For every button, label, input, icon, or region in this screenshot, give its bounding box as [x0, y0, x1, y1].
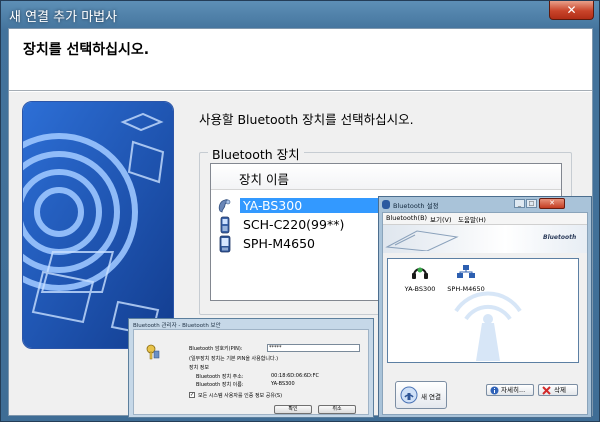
bluetooth-security-dialog: Bluetooth 관리자 - Bluetooth 보안 Bluetooth 암…	[128, 318, 374, 418]
passkey-dialog-title: Bluetooth 관리자 - Bluetooth 보안	[133, 323, 221, 329]
info-icon	[490, 386, 499, 395]
bt-device-sph-m4650[interactable]: SPH-M4650	[442, 264, 490, 293]
wizard-side-illustration	[22, 101, 174, 349]
device-name: SPH-M4650	[243, 236, 315, 251]
page-title: 장치를 선택하십시오.	[23, 42, 150, 58]
banner-devices-graphic	[385, 230, 459, 251]
bt-device-label: SPH-M4650	[447, 285, 485, 293]
bt-device-label: YA-BS300	[404, 285, 436, 293]
group-label: Bluetooth 장치	[208, 144, 304, 163]
headset-icon	[217, 197, 233, 215]
device-name-value: YA-BS300	[271, 381, 295, 387]
bluetooth-brand-logo: Bluetooth	[543, 234, 577, 241]
bluetooth-devices-illustration	[23, 102, 173, 348]
new-connection-button[interactable]: 새 연결	[395, 381, 447, 409]
bt-close-button[interactable]: ✕	[539, 198, 565, 209]
share-auth-checkbox[interactable]: ✓	[189, 392, 195, 398]
bt-banner: Bluetooth	[383, 225, 587, 253]
passkey-label: Bluetooth 암호키(PIN):	[189, 346, 243, 352]
new-connection-icon	[400, 386, 418, 404]
bt-window-client: Bluetooth(B) 보기(V) 도움말(H) Bluetooth YA-B…	[382, 212, 588, 415]
bluetooth-icon	[382, 200, 390, 209]
wizard-title: 새 연결 추가 마법사	[9, 10, 118, 25]
minimize-button[interactable]: _	[514, 199, 525, 208]
passkey-input[interactable]: *****	[267, 344, 360, 352]
device-name: SCH-C220(99**)	[243, 217, 345, 232]
new-connection-label: 새 연결	[421, 393, 442, 401]
share-auth-checkbox-label: 모든 시스템 사용자를 인증 정보 공유(S)	[198, 393, 283, 399]
device-address-label: Bluetooth 장치 주소:	[196, 374, 244, 380]
device-name-label: Bluetooth 장치 이름:	[196, 382, 244, 388]
passkey-hint: (일부장치 장치는 기본 PIN을 사용합니다.)	[189, 356, 279, 362]
key-icon	[146, 344, 160, 360]
device-address-value: 00:18:6D:06:6D:FC	[271, 373, 319, 379]
delete-button[interactable]: 삭제	[538, 384, 578, 396]
bluetooth-settings-window: Bluetooth 설정 _ □ ✕ Bluetooth(B) 보기(V) 도움…	[378, 196, 592, 418]
wizard-close-button[interactable]: ✕	[549, 1, 594, 20]
delete-label: 삭제	[554, 386, 566, 394]
maximize-button[interactable]: □	[526, 199, 537, 208]
details-button[interactable]: 자세히...	[486, 384, 534, 396]
cellphone-icon	[217, 216, 233, 234]
bt-device-ya-bs300[interactable]: YA-BS300	[396, 264, 444, 293]
menu-view[interactable]: 보기(V)	[430, 214, 451, 224]
bt-window-title: Bluetooth 설정	[393, 202, 439, 210]
bt-device-panel[interactable]: YA-BS300 SPH-M4650	[387, 258, 579, 363]
passkey-dialog-body: Bluetooth 암호키(PIN): ***** (일부장치 장치는 기본 P…	[133, 329, 369, 415]
wizard-instruction: 사용할 Bluetooth 장치를 선택하십시오.	[199, 112, 414, 127]
delete-icon	[542, 386, 551, 395]
cancel-button[interactable]: 취소	[318, 405, 356, 414]
column-header-device-name[interactable]: 장치 이름	[211, 164, 561, 190]
device-info-heading: 장치 정보	[189, 365, 209, 371]
headset-icon	[412, 267, 428, 279]
bt-menu-bar: Bluetooth(B) 보기(V) 도움말(H)	[383, 213, 587, 225]
details-label: 자세히...	[501, 386, 526, 394]
menu-help[interactable]: 도움말(H)	[458, 214, 486, 224]
pda-phone-icon	[217, 235, 233, 253]
column-header-label: 장치 이름	[239, 172, 289, 187]
signal-tower-watermark	[454, 291, 522, 361]
ok-button[interactable]: 확인	[274, 405, 312, 414]
network-icon	[457, 265, 475, 278]
menu-bluetooth[interactable]: Bluetooth(B)	[386, 214, 427, 222]
wizard-header: 장치를 선택하십시오.	[9, 29, 592, 91]
